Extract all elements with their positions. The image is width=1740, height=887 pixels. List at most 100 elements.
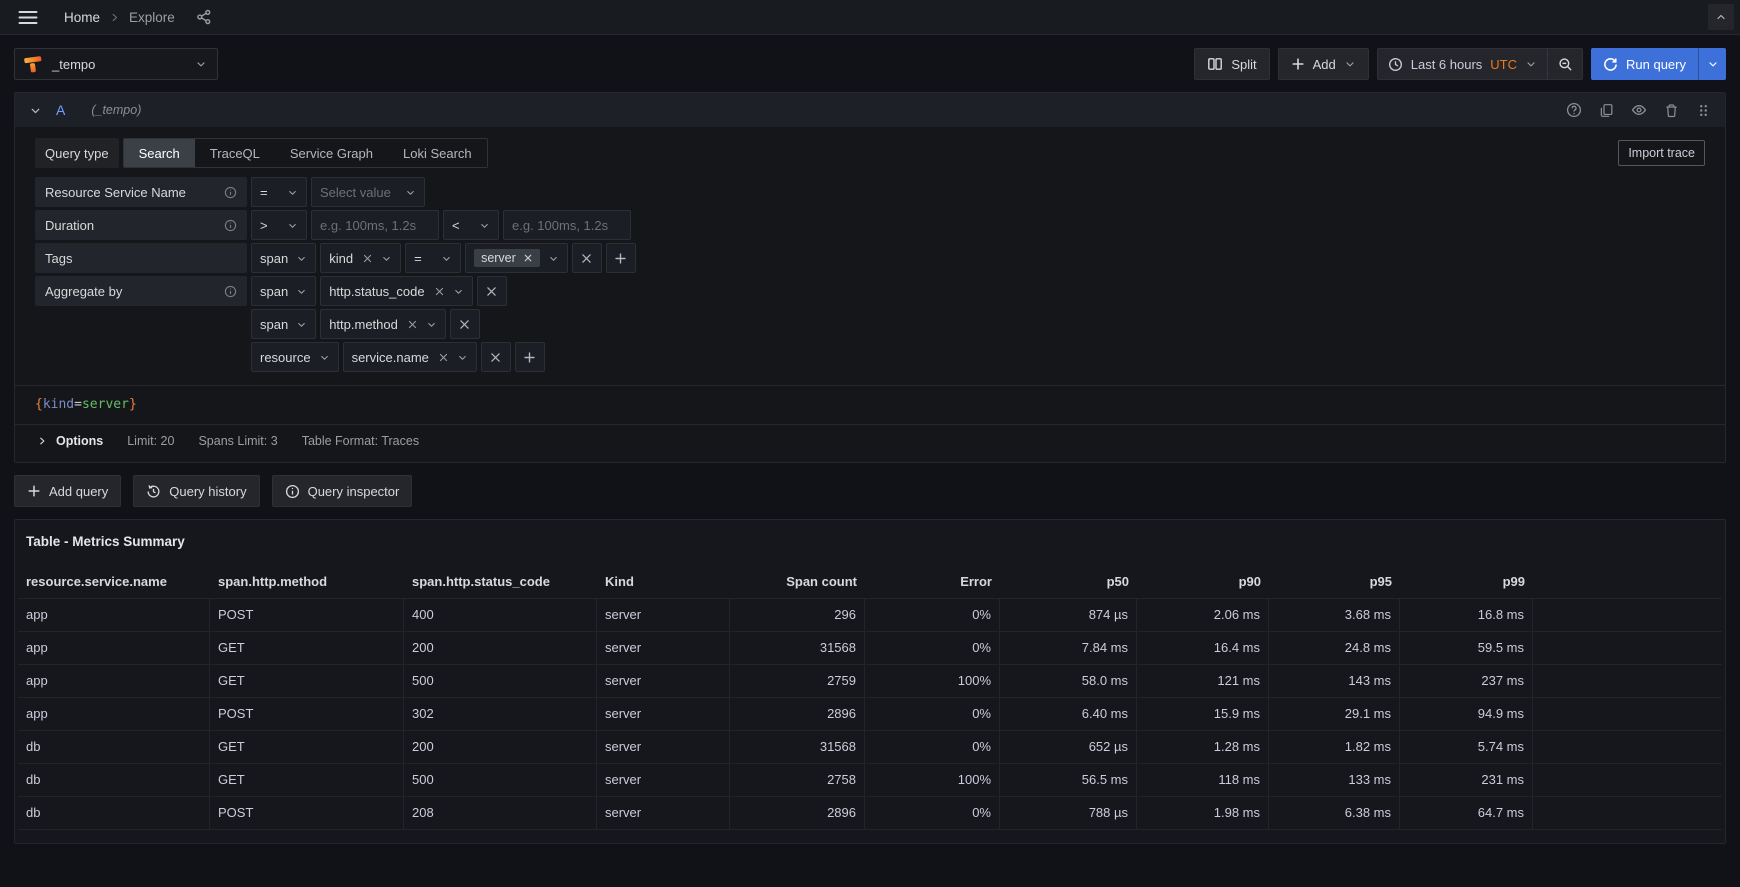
table-link-cell[interactable]: 400 [404,599,597,631]
table-link-cell[interactable]: 500 [404,665,597,697]
add-aggregate-button[interactable] [515,342,545,372]
duration-min-operator-select[interactable]: > [251,210,307,240]
share-icon[interactable] [196,9,212,25]
remove-chip-icon[interactable] [523,253,533,263]
tag-name-select[interactable]: kind [320,243,401,273]
column-header[interactable]: Error [865,566,1000,598]
table-link-cell[interactable]: POST [210,698,404,730]
column-header[interactable]: Span count [730,566,865,598]
table-link-cell[interactable]: app [18,599,210,631]
aggregate-scope-select[interactable]: resource [251,342,339,372]
toolbar-right-group: Split Add Last 6 hours UTC Run query [1194,48,1726,80]
tag-value-select[interactable]: server [465,243,568,273]
remove-aggregate-button[interactable] [481,342,511,372]
import-trace-button[interactable]: Import trace [1618,140,1705,166]
table-link-cell[interactable]: 200 [404,731,597,763]
scroll-top-button[interactable] [1708,4,1734,30]
run-query-split-button: Run query [1591,48,1726,80]
options-toggle[interactable]: Options [37,434,103,448]
tab-traceql[interactable]: TraceQL [195,139,275,167]
table-link-cell[interactable]: POST [210,599,404,631]
clear-icon[interactable] [438,352,449,363]
aggregate-attribute-select[interactable]: http.method [320,309,446,339]
remove-query-trash-icon[interactable] [1664,103,1679,118]
query-inspector-button[interactable]: Query inspector [272,475,413,507]
remove-tag-filter-button[interactable] [572,243,602,273]
table-link-cell[interactable]: GET [210,632,404,664]
run-query-dropdown-button[interactable] [1698,48,1726,80]
copy-query-icon[interactable] [1599,103,1614,118]
table-link-cell[interactable]: POST [210,797,404,829]
column-header[interactable]: p95 [1269,566,1400,598]
table-link-cell[interactable]: db [18,797,210,829]
service-name-operator-select[interactable]: = [251,177,307,207]
clear-icon[interactable] [362,253,373,264]
column-header[interactable]: span.http.status_code [404,566,597,598]
tag-operator-select[interactable]: = [405,243,461,273]
duration-max-input[interactable] [503,210,631,240]
add-query-button[interactable]: Add query [14,475,121,507]
breadcrumb-current[interactable]: Explore [129,10,175,25]
column-header[interactable]: p50 [1000,566,1137,598]
table-row: appGET200server315680%7.84 ms16.4 ms24.8… [18,632,1722,665]
table-link-cell[interactable]: app [18,665,210,697]
service-name-value-select[interactable]: Select value [311,177,425,207]
table-cell: 143 ms [1269,665,1400,697]
column-header[interactable]: span.http.method [210,566,404,598]
table-link-cell[interactable]: 302 [404,698,597,730]
table-link-cell[interactable]: GET [210,764,404,796]
time-range-picker[interactable]: Last 6 hours UTC [1378,49,1547,79]
menu-toggle-button[interactable] [14,6,42,29]
options-spans-limit: Spans Limit: 3 [198,434,277,448]
info-icon[interactable] [224,285,237,298]
column-header[interactable]: p99 [1400,566,1533,598]
table-cell: server [597,731,730,763]
column-header[interactable]: Kind [597,566,730,598]
add-tag-filter-button[interactable] [606,243,636,273]
table-link-cell[interactable]: db [18,731,210,763]
info-icon[interactable] [224,186,237,199]
split-button[interactable]: Split [1194,48,1269,80]
field-label-text: Resource Service Name [45,185,186,200]
clear-icon[interactable] [434,286,445,297]
column-header[interactable]: resource.service.name [18,566,210,598]
table-link-cell[interactable]: db [18,764,210,796]
table-cell: 2896 [730,698,865,730]
query-history-button[interactable]: Query history [133,475,259,507]
table-row: dbPOST208server28960%788 µs1.98 ms6.38 m… [18,797,1722,830]
tab-search[interactable]: Search [124,139,195,167]
table-link-cell[interactable]: GET [210,665,404,697]
table-link-cell[interactable]: 200 [404,632,597,664]
breadcrumb-home[interactable]: Home [64,10,100,25]
aggregate-attribute-select[interactable]: service.name [343,342,477,372]
datasource-picker[interactable]: _tempo [14,48,218,80]
drag-handle-icon[interactable] [1696,103,1711,118]
tab-loki-search[interactable]: Loki Search [388,139,487,167]
remove-aggregate-button[interactable] [477,276,507,306]
info-icon[interactable] [224,219,237,232]
collapse-query-button[interactable] [29,104,42,117]
table-spacer [1533,698,1722,730]
aggregate-scope-select[interactable]: span [251,276,316,306]
aggregate-scope-select[interactable]: span [251,309,316,339]
zoom-out-time-button[interactable] [1548,49,1582,79]
duration-max-operator-select[interactable]: < [443,210,499,240]
remove-aggregate-button[interactable] [450,309,480,339]
tag-value-chip[interactable]: server [474,249,540,267]
table-link-cell[interactable]: 208 [404,797,597,829]
column-header[interactable]: p90 [1137,566,1269,598]
help-icon[interactable] [1566,102,1582,118]
run-query-button[interactable]: Run query [1591,48,1698,80]
table-link-cell[interactable]: app [18,632,210,664]
duration-min-input[interactable] [311,210,439,240]
tags-row: Tags span kind = server [35,243,1705,273]
tag-scope-select[interactable]: span [251,243,316,273]
tab-service-graph[interactable]: Service Graph [275,139,388,167]
hide-query-eye-icon[interactable] [1631,102,1647,118]
add-button[interactable]: Add [1278,48,1369,80]
table-link-cell[interactable]: GET [210,731,404,763]
aggregate-attribute-select[interactable]: http.status_code [320,276,472,306]
table-link-cell[interactable]: app [18,698,210,730]
table-link-cell[interactable]: 500 [404,764,597,796]
clear-icon[interactable] [407,319,418,330]
